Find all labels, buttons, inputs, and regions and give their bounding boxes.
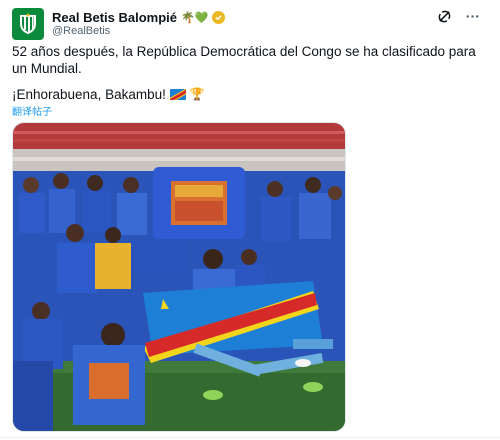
betis-crest-icon bbox=[20, 13, 36, 34]
team-celebration-photo bbox=[13, 123, 345, 431]
verified-badge-icon bbox=[212, 10, 226, 24]
name-emojis: 🌴💚 bbox=[181, 10, 209, 24]
name-row: Real Betis Balompié 🌴💚 bbox=[52, 9, 226, 25]
bottom-divider bbox=[0, 437, 500, 438]
grok-icon[interactable] bbox=[436, 8, 452, 24]
account-handle[interactable]: @RealBetis bbox=[52, 25, 110, 37]
tweet-photo[interactable] bbox=[12, 122, 346, 432]
display-name[interactable]: Real Betis Balompié bbox=[52, 10, 177, 25]
header-actions bbox=[436, 8, 480, 24]
avatar[interactable] bbox=[12, 8, 44, 40]
tweet-line2: ¡Enhorabuena, Bakambu! 🏆 bbox=[12, 86, 205, 103]
more-icon[interactable] bbox=[464, 8, 480, 24]
congrats-text: ¡Enhorabuena, Bakambu! bbox=[12, 87, 166, 102]
trophy-icon: 🏆 bbox=[189, 87, 205, 101]
translate-post-link[interactable]: 翻译帖子 bbox=[12, 103, 52, 118]
drc-flag-icon bbox=[169, 89, 186, 100]
tweet: Real Betis Balompié 🌴💚 @RealBetis 52 año… bbox=[0, 0, 500, 440]
tweet-text: 52 años después, la República Democrátic… bbox=[12, 43, 482, 77]
tweet-body: 52 años después, la República Democrátic… bbox=[12, 44, 476, 76]
